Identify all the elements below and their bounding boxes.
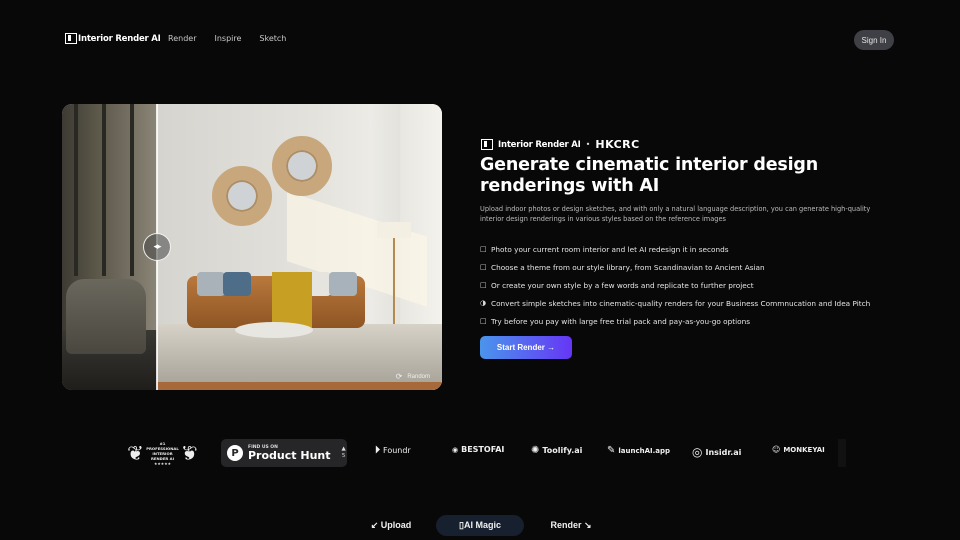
logo-text: Interior Render AI xyxy=(78,33,161,44)
pencil-icon: □ xyxy=(480,281,487,289)
product-hunt-votes: ▲ 5 xyxy=(341,446,345,460)
vote-count: 5 xyxy=(341,453,346,459)
feature-text: Choose a theme from our style library, f… xyxy=(491,262,765,272)
bestofai-icon: ◉ xyxy=(452,445,459,454)
logo[interactable]: Interior Render AI xyxy=(65,33,161,44)
partner-launchai[interactable]: ✎ launchAI.app xyxy=(607,445,670,456)
hero-headline: Generate cinematic interior design rende… xyxy=(480,155,818,196)
after-render-image xyxy=(157,104,442,390)
tab-render[interactable]: Render ↘ xyxy=(540,515,602,536)
pillow xyxy=(223,272,251,296)
hero-subtitle: Upload indoor photos or design sketches,… xyxy=(480,205,871,223)
award-badge: ❦ #1 PROFESSIONAL INTERIOR RENDER AI ★★★… xyxy=(127,439,198,467)
laurel-left-icon: ❦ xyxy=(127,441,144,465)
partner-foundr[interactable]: ⏵ Foundr xyxy=(375,445,411,456)
feature-item: □ Try before you pay with large free tri… xyxy=(480,312,870,330)
arrows-left-right-icon: ◂▸ xyxy=(153,242,161,252)
wood-floor xyxy=(157,382,442,390)
product-hunt-badge[interactable]: P FIND US ON Product Hunt ▲ 5 xyxy=(221,439,347,467)
insidr-icon: ◎ xyxy=(692,445,703,459)
before-wall-pipe xyxy=(102,104,106,276)
feature-text: Or create your own style by a few words … xyxy=(491,280,754,290)
nav-sketch[interactable]: Sketch xyxy=(259,34,286,43)
feature-item: □ Choose a theme from our style library,… xyxy=(480,258,870,276)
award-stars: ★★★★★ xyxy=(153,460,172,466)
site-header: Interior Render AI Render Inspire Sketch… xyxy=(0,0,960,80)
product-hunt-icon: P xyxy=(227,445,243,461)
nav-render[interactable]: Render xyxy=(168,34,196,43)
workflow-tabs: ↙ Upload ▯AI Magic Render ↘ xyxy=(0,514,960,536)
partner-name: Insidr.ai xyxy=(705,447,742,457)
product-hunt-name: Product Hunt xyxy=(248,448,331,462)
logo-mark-icon xyxy=(481,139,493,150)
random-button[interactable]: ⟳ Random xyxy=(396,372,430,381)
sign-in-button[interactable]: Sign In xyxy=(854,30,894,50)
feature-text: Try before you pay with large free trial… xyxy=(491,316,751,326)
partner-name: MONKEYAI xyxy=(783,445,825,454)
random-label: Random xyxy=(407,373,430,380)
floor-lamp-pole xyxy=(393,238,395,333)
award-line-2: INTERIOR RENDER AI xyxy=(150,450,175,461)
floor-lamp-shade xyxy=(377,222,411,238)
partner-bestofai[interactable]: ◉ BESTOFAI xyxy=(452,445,504,454)
nav-inspire[interactable]: Inspire xyxy=(214,34,241,43)
partner-insidr[interactable]: ◎ Insidr.ai xyxy=(692,445,741,459)
camera-icon: □ xyxy=(480,245,487,253)
feature-text: Convert simple sketches into cinematic-q… xyxy=(491,298,871,308)
throw-blanket xyxy=(272,272,312,328)
partner-logo-hkcrc: HKCRC xyxy=(595,138,640,151)
feature-item: □ Or create your own style by a few word… xyxy=(480,276,870,294)
brand-separator: • xyxy=(585,140,591,149)
feature-item: ◑ Convert simple sketches into cinematic… xyxy=(480,294,870,312)
start-render-button[interactable]: Start Render → xyxy=(480,336,572,359)
pillow xyxy=(197,272,225,296)
partner-name: Toolify.ai xyxy=(542,446,583,455)
award-line-1: #1 PROFESSIONAL xyxy=(146,440,179,451)
carousel-edge-fade xyxy=(838,439,846,467)
monkey-icon: ☺ xyxy=(772,445,781,454)
half-circle-icon: ◑ xyxy=(480,299,487,307)
partner-logos-strip: ❦ #1 PROFESSIONAL INTERIOR RENDER AI ★★★… xyxy=(0,436,960,470)
partner-name: launchAI.app xyxy=(618,446,671,455)
tab-ai-magic[interactable]: ▯AI Magic xyxy=(436,515,524,536)
main-nav: Render Inspire Sketch xyxy=(168,34,286,43)
brand-logo-text: Interior Render AI xyxy=(498,139,581,150)
before-wall-pipe xyxy=(130,104,134,276)
round-mirror-1 xyxy=(212,166,272,226)
partner-name: Foundr xyxy=(383,446,411,455)
before-armchair xyxy=(66,279,146,354)
logo-mark-icon xyxy=(65,33,77,44)
before-wall-pipe xyxy=(74,104,78,276)
award-text: #1 PROFESSIONAL INTERIOR RENDER AI ★★★★★ xyxy=(144,441,181,466)
feature-text: Photo your current room interior and let… xyxy=(491,244,729,254)
comparison-slider-handle[interactable]: ◂▸ xyxy=(143,233,171,261)
tab-upload[interactable]: ↙ Upload xyxy=(360,515,422,536)
palette-icon: □ xyxy=(480,263,487,271)
laurel-right-icon: ❦ xyxy=(181,441,198,465)
foundr-icon: ⏵ xyxy=(375,445,380,456)
gift-icon: □ xyxy=(480,317,487,325)
coffee-table xyxy=(235,322,313,338)
partner-monkeyai[interactable]: ☺ MONKEYAI xyxy=(772,445,825,454)
before-after-comparison[interactable]: ◂▸ ⟳ Random xyxy=(62,104,442,390)
feature-item: □ Photo your current room interior and l… xyxy=(480,240,870,258)
partner-name: BESTOFAI xyxy=(461,445,505,454)
partner-toolify[interactable]: ✺ Toolify.ai xyxy=(531,445,582,456)
brand-line: Interior Render AI • HKCRC xyxy=(481,138,640,151)
refresh-icon: ⟳ xyxy=(395,372,403,381)
toolify-icon: ✺ xyxy=(531,445,540,456)
rocket-icon: ✎ xyxy=(607,445,616,456)
round-mirror-2 xyxy=(272,136,332,196)
feature-list: □ Photo your current room interior and l… xyxy=(480,240,870,330)
pillow xyxy=(329,272,357,296)
upvote-icon: ▲ xyxy=(341,446,346,452)
